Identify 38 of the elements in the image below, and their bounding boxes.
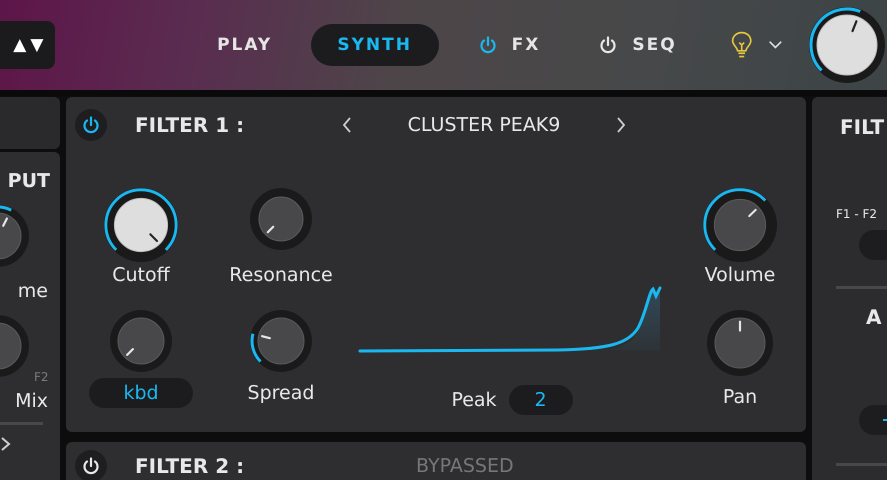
section-title: A: [866, 305, 882, 329]
knob[interactable]: [700, 187, 780, 263]
knob-label: Pan: [722, 385, 758, 410]
knob-label: Spread: [248, 381, 314, 406]
filter-title: FILTER 2 :: [135, 454, 246, 478]
knob[interactable]: [249, 309, 313, 373]
chevron-right-icon[interactable]: [0, 437, 12, 451]
peak-label: Peak: [451, 388, 497, 413]
panel-title: PUT: [8, 170, 50, 192]
panel-title: FILT: [840, 115, 886, 139]
tab[interactable]: SYNTH: [310, 24, 439, 66]
tab[interactable]: PLAY: [202, 24, 288, 66]
power-button[interactable]: [75, 109, 107, 141]
knob-label: Volume: [704, 263, 776, 287]
knob-label: Resonance: [229, 263, 333, 287]
power-icon: [81, 456, 101, 476]
preset-arrows-button[interactable]: ▲▼: [0, 21, 55, 69]
knob-tag: F2: [34, 370, 49, 384]
routing-label: F1 - F2: [836, 207, 878, 221]
filter-title: FILTER 1 :: [135, 113, 246, 137]
knob[interactable]: [101, 187, 181, 263]
chevron-down-icon[interactable]: [768, 39, 783, 51]
knob-label: me: [18, 280, 48, 302]
value-mark: [883, 419, 887, 421]
value-field[interactable]: 2: [508, 385, 573, 415]
power-button[interactable]: [75, 450, 107, 480]
value-field[interactable]: kbd: [89, 378, 193, 408]
previous-icon[interactable]: [341, 116, 353, 134]
preset-name[interactable]: CLUSTER PEAK9: [379, 114, 589, 136]
tab[interactable]: SEQ: [584, 24, 691, 66]
knob-label: Mix: [15, 390, 48, 412]
tab[interactable]: FX: [464, 24, 554, 66]
knob[interactable]: [806, 5, 887, 85]
next-icon[interactable]: [615, 116, 627, 134]
power-icon: [81, 115, 101, 135]
bypassed-status: BYPASSED: [416, 455, 514, 477]
panel-header: [0, 97, 60, 149]
knob-label: Cutoff: [112, 263, 170, 287]
